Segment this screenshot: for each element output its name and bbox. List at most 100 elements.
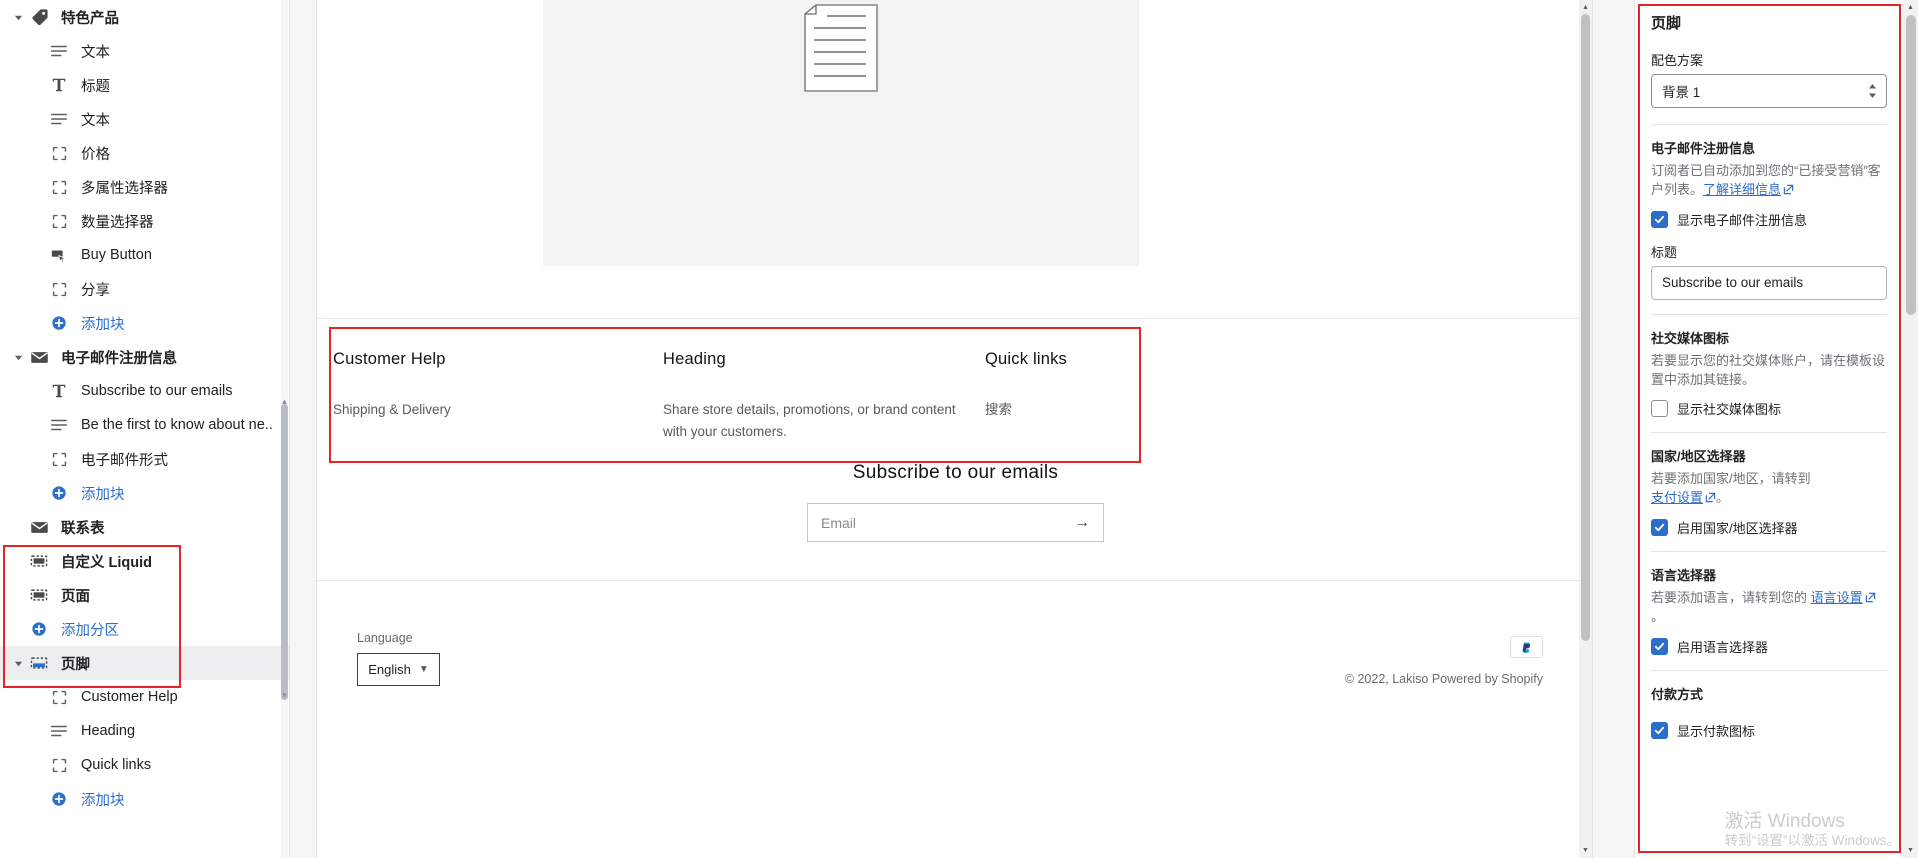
preview-scroll-up-arrow[interactable]: ▲: [1580, 1, 1591, 14]
sidebar-item-9[interactable]: 添加块: [0, 306, 289, 340]
external-link-icon: [1783, 182, 1794, 195]
footer-column-heading: Customer Help: [333, 350, 446, 368]
newsletter-email-field[interactable]: Email →: [807, 503, 1104, 542]
show-email-signup-checkbox[interactable]: 显示电子邮件注册信息: [1651, 210, 1887, 229]
enable-country-selector-checkbox[interactable]: 启用国家/地区选择器: [1651, 518, 1887, 537]
featured-product-placeholder: [543, 0, 1139, 266]
sidebar-scroll-down-arrow[interactable]: ▼: [280, 690, 289, 701]
dashed-box-icon: [28, 584, 50, 606]
sidebar-item-16[interactable]: 自定义 Liquid: [0, 544, 289, 578]
sidebar-item-3[interactable]: 文本: [0, 102, 289, 136]
placeholder-brackets-icon: [48, 278, 70, 300]
checkbox-label: 显示付款图标: [1677, 723, 1756, 739]
footer-column: Quick links 搜索: [985, 350, 1285, 444]
language-selector-help: 若要添加语言，请转到您的 语言设置。: [1651, 589, 1887, 627]
language-settings-link[interactable]: 语言设置: [1811, 590, 1863, 605]
sidebar-scroll-up-arrow[interactable]: ▲: [280, 396, 289, 407]
sidebar-item-23[interactable]: 添加块: [0, 782, 289, 816]
sidebar-item-4[interactable]: 价格: [0, 136, 289, 170]
email-title-input[interactable]: Subscribe to our emails: [1651, 265, 1887, 300]
sidebar-item-1[interactable]: 文本: [0, 34, 289, 68]
sidebar-item-label: 添加块: [81, 486, 125, 503]
sidebar-item-20[interactable]: Customer Help: [0, 680, 289, 714]
sidebar-item-10[interactable]: 电子邮件注册信息: [0, 340, 289, 374]
language-value: English: [368, 662, 411, 677]
copyright-text: © 2022, Lakiso Powered by Shopify: [1344, 672, 1543, 686]
footer-column-body[interactable]: Shipping & Delivery: [333, 399, 643, 421]
sidebar-item-label: Quick links: [81, 757, 152, 773]
footer-column: Heading Share store details, promotions,…: [663, 350, 985, 444]
sidebar-item-11[interactable]: Subscribe to our emails: [0, 374, 289, 408]
preview-scrollbar-thumb[interactable]: [1581, 14, 1590, 641]
sidebar-item-label: Customer Help: [81, 689, 178, 705]
placeholder-brackets-icon: [48, 754, 70, 776]
sidebar-item-label: Heading: [81, 723, 136, 739]
panel-scrollbar-thumb[interactable]: [1906, 15, 1916, 315]
sidebar-item-label: 文本: [81, 44, 110, 61]
sidebar-item-15[interactable]: 联系表: [0, 510, 289, 544]
text-lines-icon: [48, 40, 70, 62]
sidebar-item-2[interactable]: 标题: [0, 68, 289, 102]
sidebar-item-12[interactable]: Be the first to know about ne..: [0, 408, 289, 442]
sidebar-item-19[interactable]: 页脚: [0, 646, 289, 680]
preview-area: Customer Help Shipping & Delivery Headin…: [290, 0, 1634, 858]
arrow-right-icon[interactable]: →: [1074, 514, 1090, 532]
footer-columns: Customer Help Shipping & Delivery Headin…: [333, 350, 1578, 444]
divider: [1651, 551, 1887, 553]
email-signup-help: 订阅者已自动添加到您的“已接受营销”客户列表。了解详细信息: [1651, 162, 1887, 200]
chevron-down-icon[interactable]: [10, 655, 26, 671]
sidebar-item-label: 标题: [81, 78, 110, 95]
footer-column-heading: Quick links: [985, 350, 1067, 368]
chevron-down-icon: ▼: [418, 664, 429, 675]
panel-scroll-down-arrow[interactable]: ▼: [1905, 844, 1916, 857]
preview-scroll-down-arrow[interactable]: ▼: [1580, 844, 1591, 857]
sidebar-item-label: 联系表: [61, 520, 105, 537]
sidebar-item-8[interactable]: 分享: [0, 272, 289, 306]
sidebar-item-5[interactable]: 多属性选择器: [0, 170, 289, 204]
sidebar-item-17[interactable]: 页面: [0, 578, 289, 612]
plus-circle-icon: [28, 618, 50, 640]
checkbox-box: [1651, 637, 1668, 655]
placeholder-brackets-icon: [48, 142, 70, 164]
language-help-prefix: 若要添加语言，请转到您的: [1651, 590, 1808, 606]
sidebar-item-22[interactable]: Quick links: [0, 748, 289, 782]
placeholder-brackets-icon: [48, 448, 70, 470]
sidebar-item-7[interactable]: Buy Button: [0, 238, 289, 272]
dashed-box-icon: [28, 550, 50, 572]
sidebar-item-13[interactable]: 电子邮件形式: [0, 442, 289, 476]
show-payment-icons-checkbox[interactable]: 显示付款图标: [1651, 721, 1887, 740]
checkbox-box: [1651, 210, 1668, 228]
language-select[interactable]: English ▼: [357, 653, 440, 686]
tag-icon: [28, 6, 50, 28]
sidebar-item-18[interactable]: 添加分区: [0, 612, 289, 646]
newsletter-block: Subscribe to our emails Email →: [317, 462, 1592, 542]
plus-circle-icon: [48, 482, 70, 504]
sidebar-item-14[interactable]: 添加块: [0, 476, 289, 510]
panel-scroll-up-arrow[interactable]: ▲: [1905, 1, 1916, 14]
sidebar-item-label: 价格: [81, 146, 110, 163]
enable-language-selector-checkbox[interactable]: 启用语言选择器: [1651, 637, 1887, 656]
chevron-down-icon[interactable]: [10, 349, 26, 365]
plus-circle-icon: [48, 312, 70, 334]
footer-column-heading: Heading: [663, 350, 726, 368]
color-scheme-select[interactable]: 背景 1: [1651, 74, 1887, 108]
chevron-down-icon[interactable]: [10, 9, 26, 25]
country-selector-help: 若要添加国家/地区，请转到 支付设置。: [1651, 470, 1887, 508]
country-selector-heading: 国家/地区选择器: [1651, 449, 1746, 465]
payment-settings-link[interactable]: 支付设置: [1651, 490, 1703, 505]
sidebar-item-label: 特色产品: [61, 10, 119, 27]
color-scheme-label: 配色方案: [1651, 53, 1704, 68]
language-selector-heading: 语言选择器: [1651, 568, 1717, 584]
show-social-icons-checkbox[interactable]: 显示社交媒体图标: [1651, 399, 1887, 418]
learn-more-link[interactable]: 了解详细信息: [1703, 182, 1781, 197]
sidebar-item-21[interactable]: Heading: [0, 714, 289, 748]
placeholder-brackets-icon: [48, 686, 70, 708]
social-icons-help: 若要显示您的社交媒体账户，请在模板设置中添加其链接。: [1651, 352, 1886, 387]
divider: [1651, 669, 1887, 671]
placeholder-brackets-icon: [48, 176, 70, 198]
sidebar-item-0[interactable]: 特色产品: [0, 0, 289, 34]
footer-column-body[interactable]: 搜索: [985, 399, 1265, 421]
sidebar-scrollbar-thumb[interactable]: [281, 404, 288, 700]
email-title-value: Subscribe to our emails: [1662, 275, 1804, 291]
sidebar-item-6[interactable]: 数量选择器: [0, 204, 289, 238]
